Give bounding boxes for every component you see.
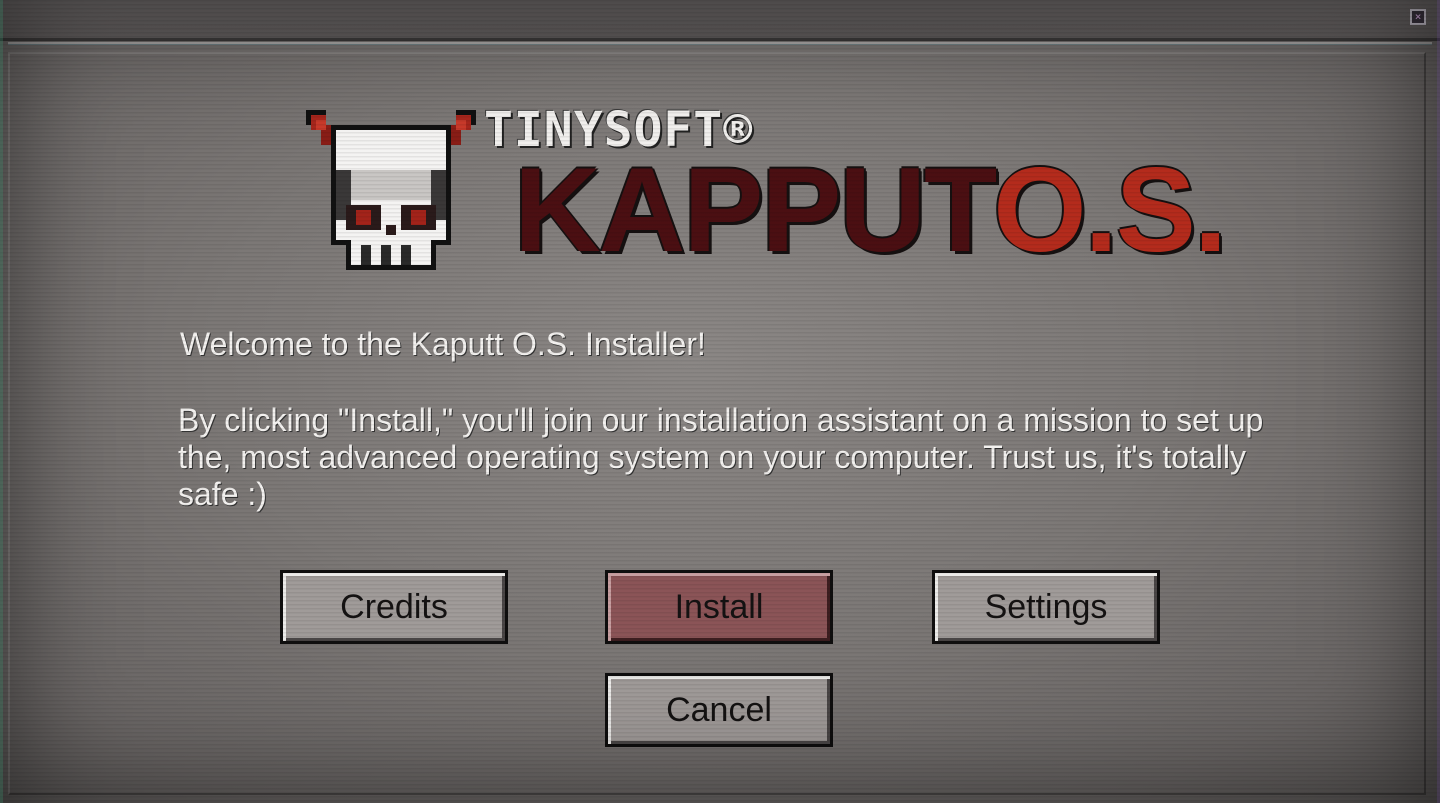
close-icon[interactable]: × [1410, 9, 1426, 25]
title-bar[interactable]: × [0, 0, 1440, 41]
install-button[interactable]: Install [605, 570, 833, 644]
settings-button[interactable]: Settings [932, 570, 1160, 644]
product-logo: TINYSOFT® KAPPUTO.S. [306, 100, 1227, 280]
welcome-heading: Welcome to the Kaputt O.S. Installer! [180, 326, 706, 362]
product-name-suffix: O.S. [993, 143, 1227, 277]
product-name: KAPPUTO.S. [514, 150, 1227, 270]
credits-button[interactable]: Credits [280, 570, 508, 644]
skull-horns-icon [306, 110, 476, 270]
title-bar-divider [8, 42, 1432, 44]
cancel-button[interactable]: Cancel [605, 673, 833, 747]
install-description: By clicking "Install," you'll join our i… [178, 402, 1264, 512]
installer-window: × TINYSOFT® KAPPUTO.S. Welcome to the Ka… [0, 0, 1440, 803]
product-name-main: KAPPUT [514, 143, 995, 277]
